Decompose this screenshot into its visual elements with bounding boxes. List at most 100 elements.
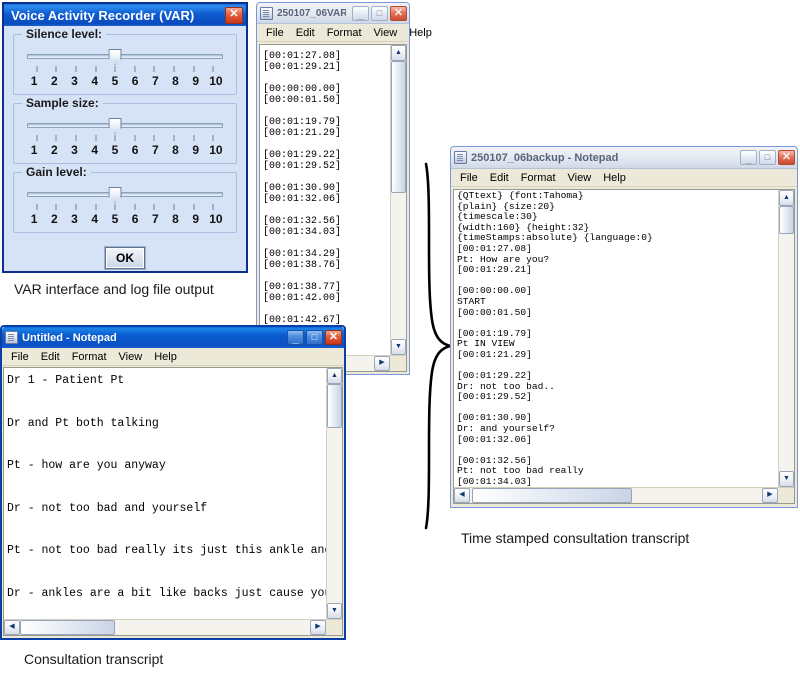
vertical-scroll-track[interactable]	[327, 384, 342, 603]
untitled-text-area: Dr 1 - Patient Pt Dr and Pt both talking…	[3, 367, 343, 636]
menu-item-edit[interactable]: Edit	[484, 171, 515, 185]
vertical-scroll-thumb[interactable]	[327, 384, 342, 428]
slider-track	[27, 54, 223, 59]
scroll-down-icon[interactable]: ▼	[327, 603, 342, 619]
menu-item-format[interactable]: Format	[321, 26, 368, 40]
slider-thumb[interactable]	[109, 49, 122, 65]
minimize-icon[interactable]: _	[352, 6, 369, 21]
scroll-up-icon[interactable]: ▲	[391, 45, 406, 61]
maximize-icon[interactable]: □	[759, 150, 776, 165]
scale-value: 4	[85, 212, 105, 226]
sample-size-slider[interactable]	[27, 118, 223, 134]
menu-item-format[interactable]: Format	[515, 171, 562, 185]
scroll-right-icon[interactable]: ▶	[374, 356, 390, 371]
scale-value: 1	[24, 212, 44, 226]
menu-item-file[interactable]: File	[454, 171, 484, 185]
untitled-window: Untitled - Notepad _ □ ✕ File Edit Forma…	[0, 325, 346, 640]
minimize-icon[interactable]: _	[287, 330, 304, 345]
scroll-right-icon[interactable]: ▶	[762, 488, 778, 503]
var-output-window: 250107_06VARoutput... _ □ ✕ File Edit Fo…	[256, 2, 410, 375]
slider-thumb[interactable]	[109, 118, 122, 134]
scroll-down-icon[interactable]: ▼	[391, 339, 406, 355]
backup-text[interactable]: {QTtext} {font:Tahoma} {plain} {size:20}…	[454, 190, 778, 487]
scroll-left-icon[interactable]: ◀	[454, 488, 470, 503]
sample-size-scale: 1 2 3 4 5 6 7 8 9 10	[24, 143, 226, 157]
untitled-text[interactable]: Dr 1 - Patient Pt Dr and Pt both talking…	[4, 368, 326, 619]
horizontal-scroll-thumb[interactable]	[20, 620, 115, 635]
menu-item-edit[interactable]: Edit	[35, 350, 66, 364]
screenshot-root: Voice Activity Recorder (VAR) ✕ Silence …	[0, 0, 800, 700]
vertical-scroll-thumb[interactable]	[391, 61, 406, 193]
slider-track	[27, 123, 223, 128]
caption-consultation: Consultation transcript	[24, 651, 163, 667]
scrollbar-corner	[390, 356, 406, 371]
menu-item-file[interactable]: File	[260, 26, 290, 40]
close-icon[interactable]: ✕	[325, 330, 342, 345]
sample-size-ticks	[27, 135, 223, 143]
horizontal-scroll-track[interactable]	[20, 620, 310, 635]
gain-level-slider[interactable]	[27, 187, 223, 203]
backup-text-area: {QTtext} {font:Tahoma} {plain} {size:20}…	[453, 189, 795, 504]
maximize-icon[interactable]: □	[306, 330, 323, 345]
caption-timestamped: Time stamped consultation transcript	[461, 530, 689, 546]
scale-value: 6	[125, 143, 145, 157]
scale-value: 9	[186, 74, 206, 88]
scale-value: 9	[186, 212, 206, 226]
backup-title: 250107_06backup - Notepad	[471, 152, 734, 164]
menu-item-view[interactable]: View	[368, 26, 404, 40]
slider-track	[27, 192, 223, 197]
scroll-right-icon[interactable]: ▶	[310, 620, 326, 635]
untitled-horizontal-scrollbar[interactable]: ◀ ▶	[4, 619, 342, 635]
scroll-up-icon[interactable]: ▲	[779, 190, 794, 206]
var-output-title: 250107_06VARoutput...	[277, 8, 346, 19]
scale-value: 5	[105, 212, 125, 226]
close-icon[interactable]: ✕	[390, 6, 407, 21]
ok-button[interactable]: OK	[105, 247, 145, 269]
untitled-vertical-scrollbar[interactable]: ▲ ▼	[326, 368, 342, 619]
vertical-scroll-track[interactable]	[779, 206, 794, 471]
menu-item-format[interactable]: Format	[66, 350, 113, 364]
menu-item-edit[interactable]: Edit	[290, 26, 321, 40]
scrollbar-corner	[326, 620, 342, 635]
close-icon[interactable]: ✕	[225, 7, 243, 24]
scroll-down-icon[interactable]: ▼	[779, 471, 794, 487]
silence-level-scale: 1 2 3 4 5 6 7 8 9 10	[24, 74, 226, 88]
var-output-text[interactable]: [00:01:27.08] [00:01:29.21] [00:00:00.00…	[260, 45, 390, 355]
vertical-scroll-track[interactable]	[391, 61, 406, 339]
untitled-menubar: File Edit Format View Help	[2, 348, 344, 366]
notepad-icon	[260, 7, 273, 20]
scroll-up-icon[interactable]: ▲	[327, 368, 342, 384]
notepad-icon	[5, 331, 18, 344]
horizontal-scroll-track[interactable]	[470, 488, 762, 503]
scale-value: 6	[125, 212, 145, 226]
maximize-icon[interactable]: □	[371, 6, 388, 21]
silence-level-slider[interactable]	[27, 49, 223, 65]
menu-item-help[interactable]: Help	[597, 171, 632, 185]
backup-horizontal-scrollbar[interactable]: ◀ ▶	[454, 487, 794, 503]
backup-window: 250107_06backup - Notepad _ □ ✕ File Edi…	[450, 146, 798, 508]
backup-vertical-scrollbar[interactable]: ▲ ▼	[778, 190, 794, 487]
scroll-left-icon[interactable]: ◀	[4, 620, 20, 635]
scale-value: 4	[85, 143, 105, 157]
menu-item-view[interactable]: View	[562, 171, 598, 185]
scale-value: 5	[105, 143, 125, 157]
scale-value: 4	[85, 74, 105, 88]
var-output-vertical-scrollbar[interactable]: ▲ ▼	[390, 45, 406, 355]
close-icon[interactable]: ✕	[778, 150, 795, 165]
menu-item-file[interactable]: File	[5, 350, 35, 364]
menu-item-help[interactable]: Help	[403, 26, 438, 40]
scale-value: 2	[44, 74, 64, 88]
caption-var: VAR interface and log file output	[14, 281, 214, 297]
silence-level-group: Silence level: 1 2 3 4 5	[13, 34, 237, 95]
var-dialog-titlebar: Voice Activity Recorder (VAR) ✕	[4, 4, 246, 26]
scale-value: 2	[44, 212, 64, 226]
slider-thumb[interactable]	[109, 187, 122, 203]
vertical-scroll-thumb[interactable]	[779, 206, 794, 234]
var-dialog-title: Voice Activity Recorder (VAR)	[11, 8, 219, 23]
var-output-menubar: File Edit Format View Help	[257, 24, 409, 42]
menu-item-view[interactable]: View	[113, 350, 149, 364]
menu-item-help[interactable]: Help	[148, 350, 183, 364]
minimize-icon[interactable]: _	[740, 150, 757, 165]
horizontal-scroll-thumb[interactable]	[472, 488, 632, 503]
gain-level-scale: 1 2 3 4 5 6 7 8 9 10	[24, 212, 226, 226]
